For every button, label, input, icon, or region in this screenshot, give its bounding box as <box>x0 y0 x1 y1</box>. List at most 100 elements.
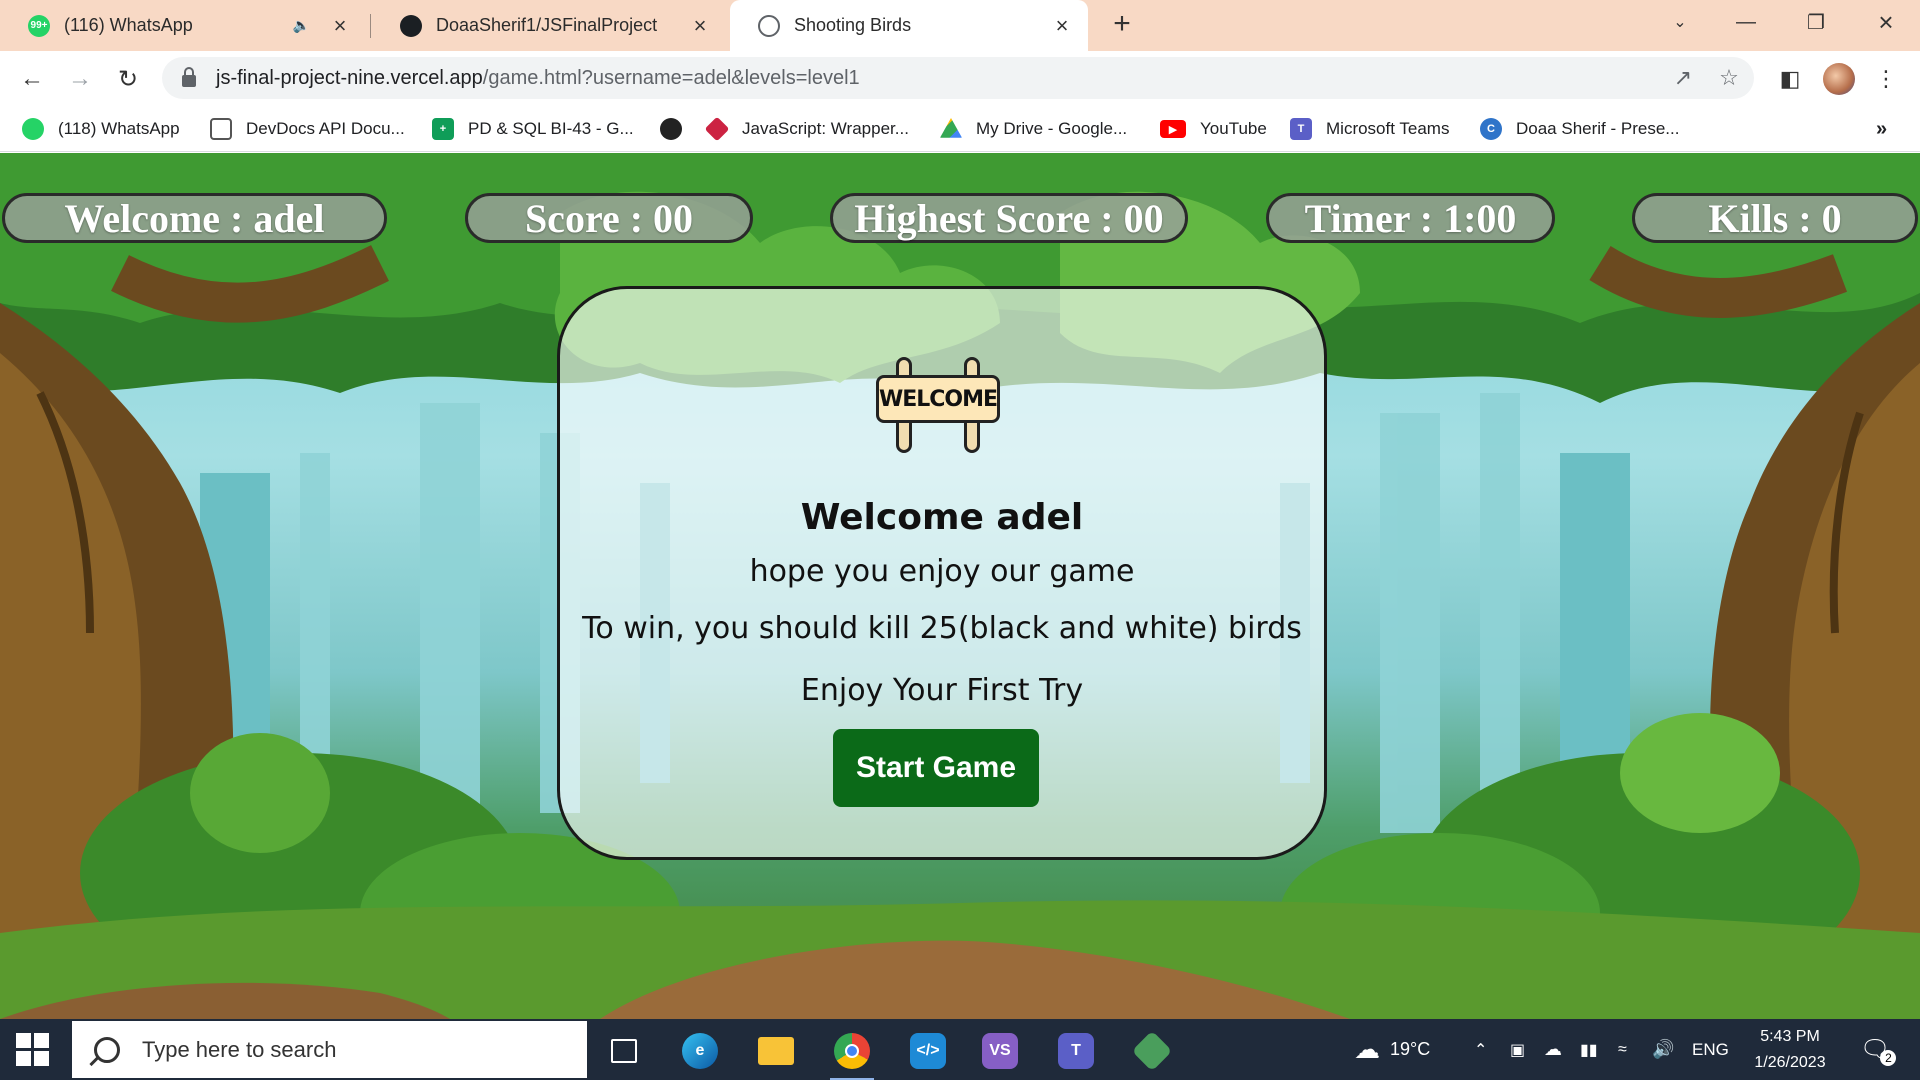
tab-shooting-birds[interactable]: Shooting Birds × <box>730 0 1088 51</box>
clock[interactable]: 5:43 PM 1/26/2023 <box>1742 1019 1838 1080</box>
forward-icon[interactable]: → <box>64 63 96 95</box>
window-close-icon[interactable]: × <box>1858 0 1914 44</box>
weather-temp: 19°C <box>1390 1039 1431 1059</box>
kills-hud: Kills : 0 <box>1632 193 1918 243</box>
game-area: Welcome : adel Score : 00 Highest Score … <box>0 153 1920 1019</box>
search-placeholder: Type here to search <box>142 1036 337 1062</box>
visual-studio-icon[interactable]: VS <box>970 1025 1030 1077</box>
browser-toolbar: ← → ↻ js-final-project-nine.vercel.app/g… <box>0 51 1920 106</box>
bookmark-sheets[interactable]: + PD & SQL BI-43 - G... <box>432 106 634 152</box>
onedrive-icon[interactable]: ☁ <box>1544 1019 1562 1080</box>
share-icon[interactable]: ↗ <box>1670 65 1696 91</box>
more-bookmarks-icon[interactable]: » <box>1876 106 1887 152</box>
profile-avatar[interactable] <box>1823 63 1855 95</box>
win-condition-text: To win, you should kill 25(black and whi… <box>582 611 1302 646</box>
tab-title: DoaaSherif1/JSFinalProject <box>436 15 658 35</box>
close-tab-icon[interactable]: × <box>328 13 352 38</box>
bookmark-canva[interactable]: C Doaa Sherif - Prese... <box>1480 106 1679 152</box>
bookmark-label: JavaScript: Wrapper... <box>742 119 909 138</box>
file-explorer-icon[interactable] <box>746 1025 806 1077</box>
task-view-icon[interactable] <box>594 1025 654 1077</box>
vscode-icon[interactable]: </> <box>898 1025 958 1077</box>
whatsapp-icon: 99+ <box>28 14 50 37</box>
welcome-panel: WELCOME Welcome adel hope you enjoy our … <box>557 286 1327 860</box>
tab-github[interactable]: DoaaSherif1/JSFinalProject × <box>372 0 726 51</box>
edge-icon[interactable]: e <box>670 1025 730 1077</box>
menu-kebab-icon[interactable]: ⋮ <box>1870 63 1902 95</box>
minimize-icon[interactable]: — <box>1718 0 1774 44</box>
search-icon <box>94 1036 120 1063</box>
git-icon[interactable] <box>1122 1025 1182 1077</box>
globe-icon <box>758 14 780 37</box>
start-game-button[interactable]: Start Game <box>833 729 1039 807</box>
close-tab-icon[interactable]: × <box>688 13 712 38</box>
devdocs-icon <box>210 118 232 140</box>
mute-icon[interactable]: 🔈 <box>293 17 310 34</box>
address-bar[interactable]: js-final-project-nine.vercel.app/game.ht… <box>162 57 1754 99</box>
welcome-heading: Welcome adel <box>800 497 1084 538</box>
youtube-icon: ▶ <box>1160 120 1186 138</box>
windows-start-icon[interactable] <box>16 1033 50 1067</box>
back-icon[interactable]: ← <box>16 63 48 95</box>
bookmark-devdocs[interactable]: DevDocs API Docu... <box>210 106 405 152</box>
cloud-icon: ☁ <box>1354 1034 1380 1064</box>
bookmark-star-icon[interactable]: ☆ <box>1716 65 1742 91</box>
bookmark-whatsapp[interactable]: (118) WhatsApp <box>22 106 180 152</box>
bookmark-teams[interactable]: T Microsoft Teams <box>1290 106 1449 152</box>
teams-icon: T <box>1290 118 1312 140</box>
first-try-text: Enjoy Your First Try <box>800 673 1084 708</box>
github-icon <box>400 14 422 37</box>
windows-taskbar: Type here to search e </> VS T ☁ 19°C ⌃ … <box>0 1019 1920 1080</box>
wifi-icon[interactable]: ≈ <box>1618 1019 1627 1080</box>
new-tab-button[interactable]: + <box>1106 9 1138 41</box>
bookmark-label: My Drive - Google... <box>976 119 1128 138</box>
url-host: js-final-project-nine.vercel.app <box>216 66 483 89</box>
score-hud: Score : 00 <box>465 193 753 243</box>
bookmark-globe[interactable] <box>660 106 696 152</box>
tab-title: Shooting Birds <box>794 15 912 35</box>
language-indicator[interactable]: ENG <box>1692 1019 1729 1080</box>
notification-count: 2 <box>1880 1049 1897 1066</box>
bookmark-label: YouTube <box>1200 119 1267 138</box>
bookmark-youtube[interactable]: ▶ YouTube <box>1160 106 1267 152</box>
drive-icon <box>940 118 962 138</box>
welcome-subtext: hope you enjoy our game <box>749 554 1135 589</box>
taskbar-search-input[interactable]: Type here to search <box>72 1021 587 1078</box>
globe-icon <box>660 118 682 140</box>
bookmark-drive[interactable]: My Drive - Google... <box>940 106 1127 152</box>
welcome-hud: Welcome : adel <box>2 193 387 243</box>
chrome-icon[interactable] <box>822 1025 882 1080</box>
tab-title: (116) WhatsApp <box>64 15 193 35</box>
whatsapp-icon <box>22 118 44 140</box>
bookmark-label: Microsoft Teams <box>1326 119 1450 138</box>
bookmark-label: PD & SQL BI-43 - G... <box>468 119 634 138</box>
tab-whatsapp[interactable]: 99+ (116) WhatsApp 🔈 × <box>0 0 366 51</box>
bookmarks-bar: (118) WhatsApp DevDocs API Docu... + PD &… <box>0 106 1920 152</box>
tray-meet-icon[interactable]: ▣ <box>1510 1019 1525 1080</box>
close-tab-icon[interactable]: × <box>1050 13 1074 38</box>
teams-icon[interactable]: T <box>1046 1025 1106 1077</box>
tab-strip: 99+ (116) WhatsApp 🔈 × DoaaSherif1/JSFin… <box>0 0 1920 51</box>
url-path: /game.html?username=adel&levels=level1 <box>482 66 860 89</box>
ruby-icon <box>704 116 730 142</box>
weather-widget[interactable]: ☁ 19°C <box>1354 1019 1430 1080</box>
tab-separator <box>370 14 371 38</box>
side-panel-icon[interactable]: ◧ <box>1774 63 1806 95</box>
bookmark-label: DevDocs API Docu... <box>246 119 405 138</box>
lock-icon[interactable] <box>182 67 196 87</box>
url-text: js-final-project-nine.vercel.app/game.ht… <box>216 67 860 90</box>
sheets-icon: + <box>432 118 454 140</box>
bookmark-javascript[interactable]: JavaScript: Wrapper... <box>704 106 909 152</box>
canva-icon: C <box>1480 118 1502 140</box>
reload-icon[interactable]: ↻ <box>112 63 144 95</box>
clock-time: 5:43 PM <box>1760 1027 1820 1045</box>
restore-icon[interactable]: ❐ <box>1788 0 1844 44</box>
welcome-sign: WELCOME <box>876 357 1000 453</box>
bookmark-label: (118) WhatsApp <box>58 119 180 138</box>
tray-chevron-icon[interactable]: ⌃ <box>1474 1019 1487 1080</box>
battery-icon[interactable]: ▮▮ <box>1580 1019 1598 1080</box>
clock-date: 1/26/2023 <box>1754 1053 1826 1071</box>
tab-search-icon[interactable]: ⌄ <box>1652 0 1708 44</box>
volume-icon[interactable]: 🔊 <box>1652 1019 1674 1080</box>
notifications-button[interactable]: 🗨 2 <box>1860 1019 1906 1080</box>
